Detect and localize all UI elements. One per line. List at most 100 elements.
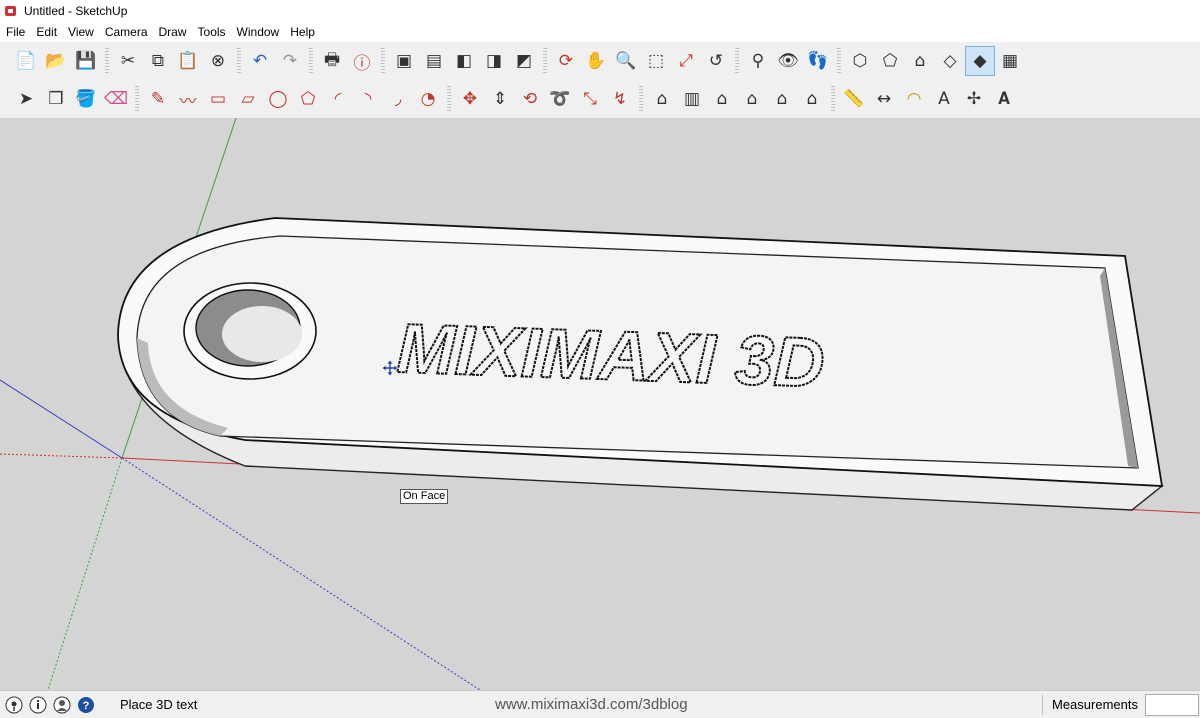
scale-button[interactable]: ⤡ — [576, 85, 604, 113]
text-icon: A — [938, 89, 950, 109]
menu-camera[interactable]: Camera — [99, 22, 153, 42]
zoom-icon: 🔍 — [615, 51, 637, 71]
front-view-button[interactable]: ⌂ — [906, 47, 934, 75]
menu-view[interactable]: View — [62, 22, 99, 42]
circle-icon: ◯ — [268, 89, 288, 109]
credits-icon[interactable] — [28, 695, 48, 715]
rotate-button[interactable]: ⟲ — [516, 85, 544, 113]
tape-measure-button[interactable]: 📏 — [840, 85, 868, 113]
left-view-icon: ▦ — [1001, 51, 1019, 71]
axes-button[interactable]: ✢ — [960, 85, 988, 113]
copy-icon: ⧉ — [151, 51, 165, 71]
zoom-window-button[interactable]: ⬚ — [642, 47, 670, 75]
components-panel-button[interactable]: ▥ — [678, 85, 706, 113]
sketchup-logo-icon — [5, 6, 16, 16]
left-view-button[interactable]: ▦ — [996, 47, 1024, 75]
make-component-icon: ❒ — [48, 89, 64, 109]
zoom-extents-button[interactable]: ⤢ — [672, 47, 700, 75]
eraser-icon: ⌫ — [103, 89, 129, 109]
follow-me-button[interactable]: ➰ — [546, 85, 574, 113]
solid-button[interactable]: ◧ — [450, 47, 478, 75]
circle-button[interactable]: ◯ — [264, 85, 292, 113]
top-view-button[interactable]: ⬠ — [876, 47, 904, 75]
tape-measure-icon: 📏 — [843, 89, 865, 109]
redo-icon: ↷ — [282, 51, 298, 71]
open-icon: 📂 — [45, 51, 67, 71]
offset-button[interactable]: ↯ — [606, 85, 634, 113]
look-around-icon: 👁 — [777, 51, 799, 71]
walk-button[interactable]: 👣 — [804, 47, 832, 75]
arc-button[interactable]: ◜ — [324, 85, 352, 113]
warehouse-button[interactable]: ⌂ — [648, 85, 676, 113]
zoom-window-icon: ⬚ — [647, 51, 665, 71]
back-view-button[interactable]: ◆ — [965, 46, 995, 76]
3d-viewport[interactable]: MIXIMAXI 3D On Face — [0, 118, 1200, 690]
menu-window[interactable]: Window — [231, 22, 285, 42]
right-view-button[interactable]: ◇ — [936, 47, 964, 75]
house3-button[interactable]: ⌂ — [768, 85, 796, 113]
open-button[interactable]: 📂 — [42, 47, 70, 75]
component-button[interactable]: ▣ — [390, 47, 418, 75]
menu-file[interactable]: File — [0, 22, 30, 42]
polygon-button[interactable]: ⬠ — [294, 85, 322, 113]
move-icon: ✥ — [462, 89, 478, 109]
arc2-button[interactable]: ◝ — [354, 85, 382, 113]
arc2-icon: ◝ — [364, 89, 372, 109]
menu-tools[interactable]: Tools — [192, 22, 231, 42]
group-button[interactable]: ▤ — [420, 47, 448, 75]
paste-icon: 📋 — [177, 51, 199, 71]
pie-button[interactable]: ◔ — [414, 85, 442, 113]
rotated-rectangle-button[interactable]: ▱ — [234, 85, 262, 113]
keyring-hole-inner — [222, 306, 302, 362]
user-account-icon[interactable] — [52, 695, 72, 715]
iso-view-button[interactable]: ⬡ — [846, 47, 874, 75]
home-button[interactable]: ⌂ — [708, 85, 736, 113]
measurements-input[interactable] — [1145, 694, 1199, 716]
save-button[interactable]: 💾 — [72, 47, 100, 75]
solid3-button[interactable]: ◩ — [510, 47, 538, 75]
paint-bucket-icon: 🪣 — [75, 89, 97, 109]
help-icon[interactable]: ? — [76, 695, 96, 715]
house2-button[interactable]: ⌂ — [738, 85, 766, 113]
select-button[interactable]: ➤ — [12, 85, 40, 113]
menu-help[interactable]: Help — [284, 22, 320, 42]
geo-location-icon[interactable] — [4, 695, 24, 715]
model-info-button[interactable]: ⓘ — [348, 47, 376, 75]
rectangle-button[interactable]: ▭ — [204, 85, 232, 113]
toolbar-separator — [135, 86, 139, 112]
arc3-button[interactable]: ◞ — [384, 85, 412, 113]
red-axis-negative — [0, 453, 123, 459]
previous-button[interactable]: ↺ — [702, 47, 730, 75]
position-camera-button[interactable]: ⚲ — [744, 47, 772, 75]
make-component-button[interactable]: ❒ — [42, 85, 70, 113]
menu-draw[interactable]: Draw — [153, 22, 192, 42]
look-around-button[interactable]: 👁 — [774, 47, 802, 75]
position-camera-icon: ⚲ — [751, 51, 765, 71]
zoom-button[interactable]: 🔍 — [612, 47, 640, 75]
text-button[interactable]: A — [930, 85, 958, 113]
new-button[interactable]: 📄 — [12, 47, 40, 75]
redo-button[interactable]: ↷ — [276, 47, 304, 75]
paste-button[interactable]: 📋 — [174, 47, 202, 75]
pan-button[interactable]: ✋ — [582, 47, 610, 75]
copy-button[interactable]: ⧉ — [144, 47, 172, 75]
line-button[interactable]: ✎ — [144, 85, 172, 113]
dimension-button[interactable]: ↔ — [870, 85, 898, 113]
house4-button[interactable]: ⌂ — [798, 85, 826, 113]
freehand-button[interactable]: 〰 — [174, 85, 202, 113]
undo-button[interactable]: ↶ — [246, 47, 274, 75]
front-view-icon: ⌂ — [914, 51, 926, 71]
push-pull-button[interactable]: ⇕ — [486, 85, 514, 113]
cut-button[interactable]: ✂ — [114, 47, 142, 75]
protractor-button[interactable]: ◠ — [900, 85, 928, 113]
paint-bucket-button[interactable]: 🪣 — [72, 85, 100, 113]
menu-edit[interactable]: Edit — [30, 22, 62, 42]
3d-text-button[interactable]: 𝐀 — [990, 85, 1018, 113]
erase-button[interactable]: ⊗ — [204, 47, 232, 75]
toolbar-separator — [309, 48, 313, 74]
eraser-button[interactable]: ⌫ — [102, 85, 130, 113]
orbit-button[interactable]: ⟳ — [552, 47, 580, 75]
print-button[interactable]: 🖶 — [318, 47, 346, 75]
move-button[interactable]: ✥ — [456, 85, 484, 113]
solid2-button[interactable]: ◨ — [480, 47, 508, 75]
